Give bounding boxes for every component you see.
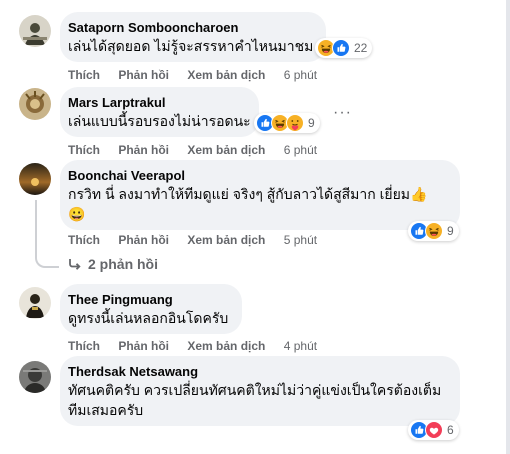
timestamp[interactable]: 5 phút xyxy=(284,233,317,247)
care-icon xyxy=(286,114,304,132)
comment-bubble: Thee Pingmuang ดูทรงนี้เล่นหลอกอินโดครับ xyxy=(60,284,242,334)
reaction-summary[interactable]: 9 xyxy=(408,221,459,241)
like-link[interactable]: Thích xyxy=(68,233,100,247)
avatar[interactable] xyxy=(19,163,51,195)
reply-link[interactable]: Phản hồi xyxy=(118,339,169,353)
view-replies-link[interactable]: 2 phản hồi xyxy=(68,256,158,272)
reply-link[interactable]: Phản hồi xyxy=(118,233,169,247)
comment-actions: Thích Phản hồi Xem bản dịch 6 phút xyxy=(68,142,317,158)
comment-author[interactable]: Therdsak Netsawang xyxy=(68,363,448,380)
love-icon xyxy=(425,421,443,439)
reply-link[interactable]: Phản hồi xyxy=(118,143,169,157)
reaction-count: 6 xyxy=(447,423,454,437)
timestamp[interactable]: 6 phút xyxy=(284,68,317,82)
haha-icon xyxy=(425,222,443,240)
comment-bubble: Mars Larptrakul เล่นแบบนี้รอบรองไม่น่ารอ… xyxy=(60,87,259,137)
comment-bubble: Sataporn Sombooncharoen เล่นได้สุดยอด ไม… xyxy=(60,12,326,62)
see-translation-link[interactable]: Xem bản dịch xyxy=(187,233,265,247)
comment-actions: Thích Phản hồi Xem bản dịch 6 phút xyxy=(68,67,317,83)
reaction-summary[interactable]: 22 xyxy=(315,38,373,58)
comment-author[interactable]: Mars Larptrakul xyxy=(68,94,247,111)
see-translation-link[interactable]: Xem bản dịch xyxy=(187,68,265,82)
comment-author[interactable]: Sataporn Sombooncharoen xyxy=(68,19,314,36)
comment-actions: Thích Phản hồi Xem bản dịch 4 phút xyxy=(68,338,317,354)
reaction-summary[interactable]: 9 xyxy=(254,113,320,133)
like-icon xyxy=(332,39,350,57)
comment-bubble: Boonchai Veerapol กรวิท นี่ ลงมาทำให้ทีม… xyxy=(60,160,460,230)
comment-actions: Thích Phản hồi Xem bản dịch 5 phút xyxy=(68,232,317,248)
avatar[interactable] xyxy=(19,361,51,393)
timestamp[interactable]: 6 phút xyxy=(284,143,317,157)
comment-text: เล่นได้สุดยอด ไม่รู้จะสรรหาคำไหนมาชม xyxy=(68,38,314,54)
comment-text: 😀 xyxy=(68,206,86,222)
like-link[interactable]: Thích xyxy=(68,68,100,82)
avatar[interactable] xyxy=(19,88,51,120)
see-translation-link[interactable]: Xem bản dịch xyxy=(187,143,265,157)
reaction-count: 22 xyxy=(354,41,368,55)
avatar[interactable] xyxy=(19,15,51,47)
see-translation-link[interactable]: Xem bản dịch xyxy=(187,339,265,353)
reply-arrow-icon xyxy=(68,257,82,271)
comment-text: ทีมเสมอครับ xyxy=(68,402,144,418)
reaction-summary[interactable]: 6 xyxy=(408,420,459,440)
like-link[interactable]: Thích xyxy=(68,339,100,353)
more-options-icon[interactable]: ··· xyxy=(333,104,352,122)
timestamp[interactable]: 4 phút xyxy=(284,339,317,353)
comment-text: เล่นแบบนี้รอบรองไม่น่ารอดนะ xyxy=(68,113,251,129)
comment-bubble: Therdsak Netsawang ทัศนคติครับ ควรเปลี่ย… xyxy=(60,356,460,426)
avatar[interactable] xyxy=(19,287,51,319)
reaction-count: 9 xyxy=(308,116,315,130)
comment-text: กรวิท นี่ ลงมาทำให้ทีมดูแย่ จริงๆ สู้กับ… xyxy=(68,186,428,202)
replies-count: 2 phản hồi xyxy=(88,256,158,272)
comment-author[interactable]: Thee Pingmuang xyxy=(68,291,230,308)
comment-author[interactable]: Boonchai Veerapol xyxy=(68,167,448,184)
scrollbar-track[interactable] xyxy=(506,0,510,454)
reply-link[interactable]: Phản hồi xyxy=(118,68,169,82)
comment-text: ทัศนคติครับ ควรเปลี่ยนทัศนคติใหม่ไม่ว่าค… xyxy=(68,382,442,398)
reaction-count: 9 xyxy=(447,224,454,238)
comment-text: ดูทรงนี้เล่นหลอกอินโดครับ xyxy=(68,310,229,326)
reply-thread-line xyxy=(35,200,59,268)
like-link[interactable]: Thích xyxy=(68,143,100,157)
